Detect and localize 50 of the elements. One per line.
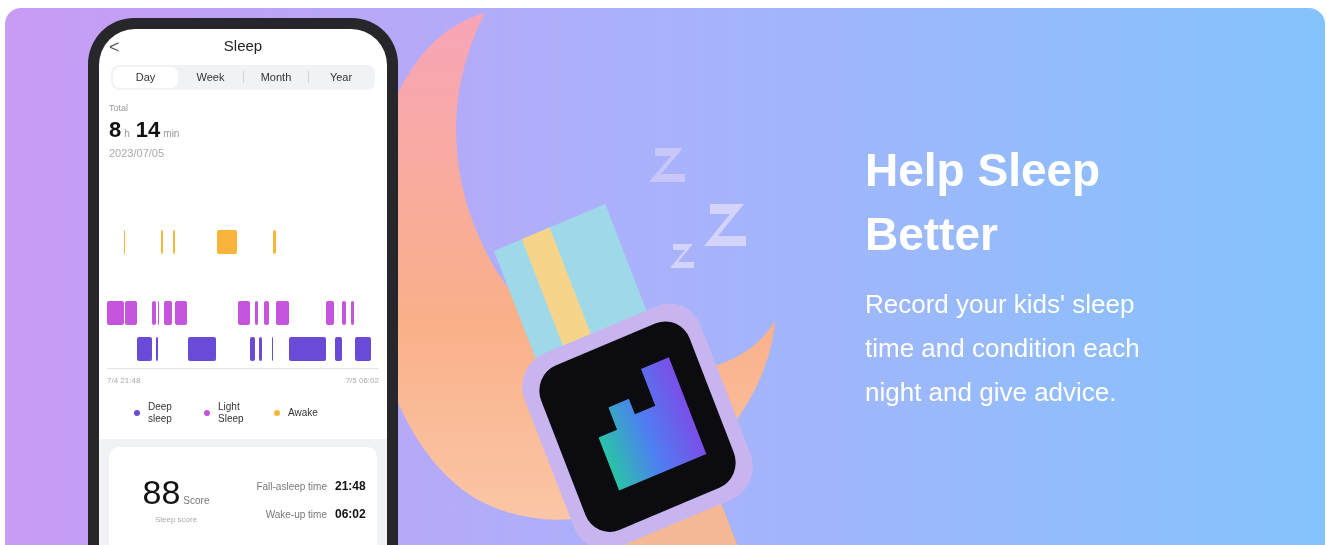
sleep-z-icon	[649, 148, 685, 182]
sleep-segment	[276, 301, 289, 325]
sleep-segment	[217, 230, 237, 254]
sleep-segment	[326, 301, 334, 325]
sleep-segment	[152, 301, 156, 325]
sleep-segment	[255, 301, 258, 325]
time-label: Fall-asleep time	[256, 479, 327, 494]
sleep-segment	[175, 301, 187, 325]
headline: Help Sleep Better	[865, 143, 1102, 262]
legend-label: Light Sleep	[218, 401, 245, 425]
period-tab[interactable]: Week	[178, 66, 243, 88]
sleep-segment	[125, 301, 137, 325]
legend-label: Deep sleep	[148, 401, 173, 425]
hours-value: 8	[109, 118, 122, 141]
sleep-segment	[107, 301, 124, 325]
sleep-z-icon	[670, 244, 694, 268]
sleep-segment	[164, 301, 172, 325]
sleep-segment	[351, 301, 354, 325]
sleep-segment	[259, 337, 262, 361]
sleep-segment	[137, 337, 152, 361]
total-label: Total	[109, 102, 129, 115]
time-label: Wake-up time	[265, 507, 327, 522]
minutes-unit: min	[163, 128, 180, 139]
score-label: Sleep score	[154, 514, 198, 526]
body-text: Record your kids' sleep time and condition each night and give advice.	[865, 288, 1141, 409]
sleep-segment	[264, 301, 269, 325]
screen-title: Sleep	[223, 36, 263, 57]
sleep-segment	[188, 337, 216, 361]
sleep-segment	[289, 337, 326, 361]
sleep-segment	[238, 301, 250, 325]
time-value: 06:02	[335, 506, 365, 523]
chart-start-time: 7/4 21:48	[107, 375, 141, 387]
period-tab[interactable]: Day	[113, 66, 178, 88]
score-value: 88	[142, 475, 181, 509]
period-tab[interactable]: Year	[309, 66, 373, 88]
date-text: 2023/07/05	[109, 145, 166, 161]
score-unit: Score	[183, 494, 210, 508]
sleep-segment	[342, 301, 346, 325]
sleep-segment	[273, 230, 276, 254]
time-value: 21:48	[335, 478, 365, 495]
legend-label: Awake	[288, 407, 319, 419]
sleep-segment	[355, 337, 371, 361]
back-icon[interactable]: <	[109, 34, 120, 61]
minutes-value: 14	[135, 118, 161, 141]
sleep-segment	[335, 337, 342, 361]
sleep-z-icon	[704, 204, 746, 246]
sleep-segment	[250, 337, 255, 361]
period-tab[interactable]: Month	[244, 66, 308, 88]
chart-end-time: 7/5 06:02	[345, 375, 379, 387]
hours-unit: h	[124, 128, 130, 139]
